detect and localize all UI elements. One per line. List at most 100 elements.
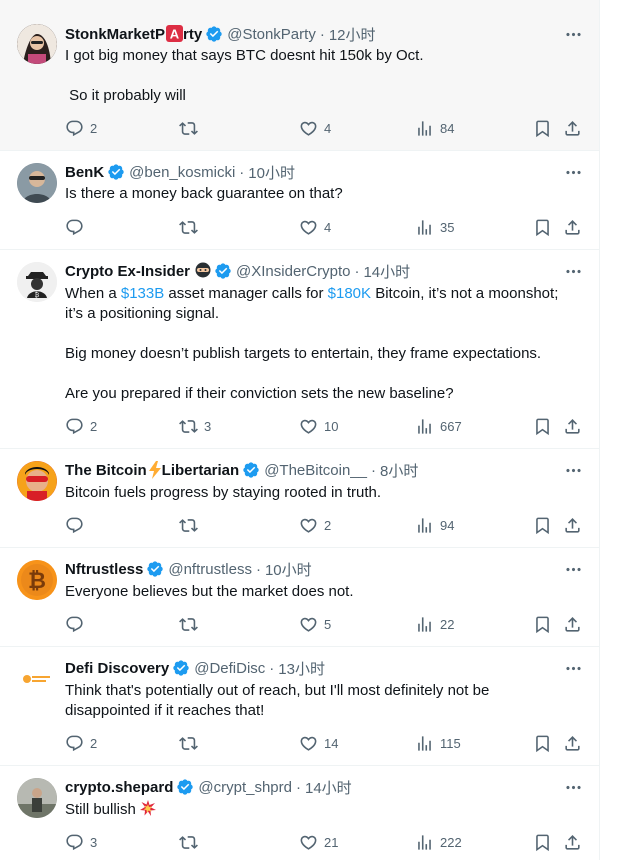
reply-button[interactable]: 3: [65, 831, 97, 853]
bookmark-button[interactable]: [531, 415, 553, 437]
reply-button[interactable]: [65, 216, 90, 238]
handle[interactable]: @ben_kosmicki: [129, 164, 235, 181]
reply-icon: [65, 417, 84, 436]
like-button[interactable]: 14: [299, 732, 338, 754]
handle[interactable]: @TheBitcoin__: [264, 462, 367, 479]
repost-button[interactable]: [179, 732, 204, 754]
display-name[interactable]: StonkMarketP: [65, 26, 165, 43]
handle[interactable]: @nftrustless: [168, 561, 252, 578]
like-button[interactable]: 4: [299, 117, 331, 139]
views-icon: [415, 734, 434, 753]
repost-button[interactable]: [179, 514, 204, 536]
display-name[interactable]: Nftrustless: [65, 561, 143, 578]
views-button[interactable]: 22: [415, 613, 454, 635]
tweet-card[interactable]: StonkMarketP Arty @StonkParty · 12小时 I go…: [0, 0, 599, 151]
timestamp[interactable]: 14小时: [305, 777, 352, 798]
timestamp[interactable]: 8小时: [380, 460, 418, 481]
like-button[interactable]: 2: [299, 514, 331, 536]
views-button[interactable]: 84: [415, 117, 454, 139]
reply-button[interactable]: [65, 514, 90, 536]
avatar[interactable]: ₿: [17, 262, 57, 302]
ninja-emoji: [195, 262, 211, 280]
like-icon: [299, 417, 318, 436]
avatar[interactable]: ₿: [17, 560, 57, 600]
repost-button[interactable]: 3: [179, 415, 211, 437]
avatar[interactable]: [17, 659, 57, 699]
display-name[interactable]: crypto.shepard: [65, 779, 173, 796]
display-name[interactable]: BenK: [65, 164, 104, 181]
more-icon[interactable]: [563, 658, 583, 678]
share-button[interactable]: [561, 831, 583, 853]
bookmark-button[interactable]: [531, 613, 553, 635]
bookmark-icon: [533, 734, 552, 753]
like-button[interactable]: 10: [299, 415, 338, 437]
action-bar: 2 94: [57, 514, 587, 536]
views-button[interactable]: 115: [415, 732, 461, 754]
timestamp[interactable]: 14小时: [363, 261, 410, 282]
timestamp[interactable]: 10小时: [265, 559, 312, 580]
repost-button[interactable]: [179, 831, 204, 853]
views-count: 94: [440, 517, 455, 533]
views-button[interactable]: 222: [415, 831, 462, 853]
display-name-suffix[interactable]: rty: [183, 26, 202, 43]
views-button[interactable]: 94: [415, 514, 454, 536]
handle[interactable]: @crypt_shprd: [198, 779, 292, 796]
more-icon[interactable]: [563, 24, 583, 44]
tweet-card[interactable]: The Bitcoin Libertarian @TheBitcoin__ · 8…: [0, 449, 599, 548]
avatar[interactable]: [17, 24, 57, 64]
cashtag-link[interactable]: $133B: [121, 285, 164, 302]
share-button[interactable]: [561, 613, 583, 635]
reply-button[interactable]: 2: [65, 732, 97, 754]
tweet-card[interactable]: Defi Discovery @DefiDisc · 13小时 Think th…: [0, 647, 599, 766]
collision-emoji: [140, 800, 157, 818]
views-button[interactable]: 667: [415, 415, 462, 437]
bookmark-button[interactable]: [531, 514, 553, 536]
handle[interactable]: @DefiDisc: [194, 660, 265, 677]
like-button[interactable]: 4: [299, 216, 331, 238]
reply-button[interactable]: 2: [65, 415, 97, 437]
share-button[interactable]: [561, 415, 583, 437]
share-button[interactable]: [561, 732, 583, 754]
views-button[interactable]: 35: [415, 216, 454, 238]
cashtag-link[interactable]: $180K: [328, 285, 371, 302]
handle[interactable]: @XInsiderCrypto: [236, 263, 350, 280]
timestamp[interactable]: 10小时: [248, 162, 295, 183]
timestamp[interactable]: 13小时: [278, 658, 325, 679]
bookmark-button[interactable]: [531, 216, 553, 238]
more-icon[interactable]: [563, 777, 583, 797]
bookmark-button[interactable]: [531, 732, 553, 754]
verified-badge-icon: [205, 25, 223, 43]
tweet-card[interactable]: crypto.shepard @crypt_shprd · 14小时 Still…: [0, 766, 599, 865]
repost-button[interactable]: [179, 613, 204, 635]
repost-button[interactable]: [179, 216, 204, 238]
display-name[interactable]: Defi Discovery: [65, 660, 169, 677]
tweet-card[interactable]: ₿ Crypto Ex-Insider @XInsiderCrypto · 14…: [0, 250, 599, 449]
like-button[interactable]: 21: [299, 831, 338, 853]
share-icon: [563, 833, 582, 852]
more-icon[interactable]: [563, 559, 583, 579]
avatar[interactable]: [17, 163, 57, 203]
avatar[interactable]: [17, 778, 57, 818]
tweet-card[interactable]: ₿ Nftrustless @nftrustless · 10小时 Everyo…: [0, 548, 599, 647]
tweet-card[interactable]: BenK @ben_kosmicki · 10小时 Is there a mon…: [0, 151, 599, 250]
share-icon: [563, 516, 582, 535]
bookmark-button[interactable]: [531, 831, 553, 853]
share-button[interactable]: [561, 117, 583, 139]
reply-button[interactable]: [65, 613, 90, 635]
more-icon[interactable]: [563, 162, 583, 182]
display-name[interactable]: The Bitcoin: [65, 462, 147, 479]
display-name-suffix[interactable]: Libertarian: [162, 462, 240, 479]
repost-button[interactable]: [179, 117, 204, 139]
like-button[interactable]: 5: [299, 613, 331, 635]
share-button[interactable]: [561, 216, 583, 238]
avatar[interactable]: [17, 461, 57, 501]
display-name[interactable]: Crypto Ex-Insider: [65, 263, 190, 280]
timestamp[interactable]: 12小时: [329, 24, 376, 45]
more-icon[interactable]: [563, 460, 583, 480]
bookmark-button[interactable]: [531, 117, 553, 139]
share-icon: [563, 119, 582, 138]
more-icon[interactable]: [563, 261, 583, 281]
handle[interactable]: @StonkParty: [227, 26, 316, 43]
share-button[interactable]: [561, 514, 583, 536]
reply-button[interactable]: 2: [65, 117, 97, 139]
